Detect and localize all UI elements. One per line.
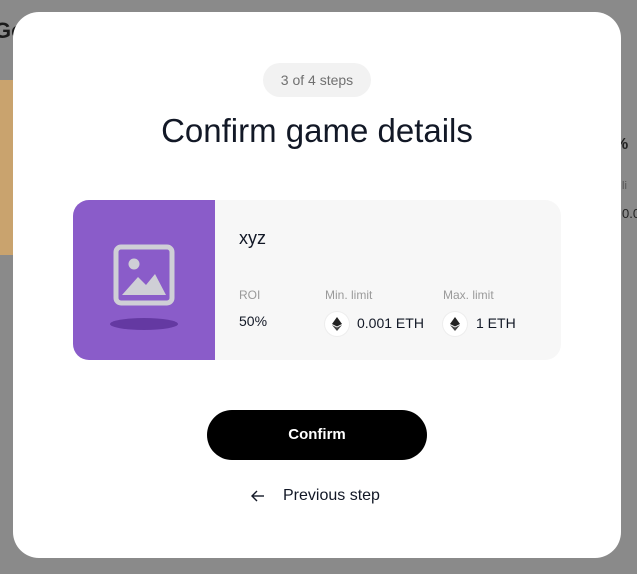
step-indicator: 3 of 4 steps [263,63,371,97]
modal-title: Confirm game details [161,112,473,149]
max-limit-value: 1 ETH [476,315,516,331]
min-limit-label: Min. limit [325,288,373,302]
game-name: xyz [239,228,266,248]
previous-step-link[interactable]: Previous step [251,484,380,508]
image-placeholder-icon [113,244,175,306]
ethereum-icon [443,312,467,336]
game-thumbnail [73,200,215,360]
background-image-fragment [0,80,14,255]
confirm-game-modal: 3 of 4 steps Confirm game details xyz RO… [13,12,621,558]
min-limit-value: 0.001 ETH [357,315,424,331]
background-value-fragment: 0.0 [622,206,637,221]
game-summary-card: xyz ROI 50% Min. limit 0.001 ETH Max. li… [73,200,561,360]
thumbnail-shadow [110,318,178,330]
ethereum-icon [325,312,349,336]
confirm-button[interactable]: Confirm [207,410,427,460]
previous-step-label: Previous step [283,487,380,504]
arrow-left-icon [251,490,264,502]
background-label-fragment: li [622,180,627,192]
roi-label: ROI [239,288,261,302]
roi-value: 50% [239,313,268,329]
max-limit-label: Max. limit [443,288,494,302]
